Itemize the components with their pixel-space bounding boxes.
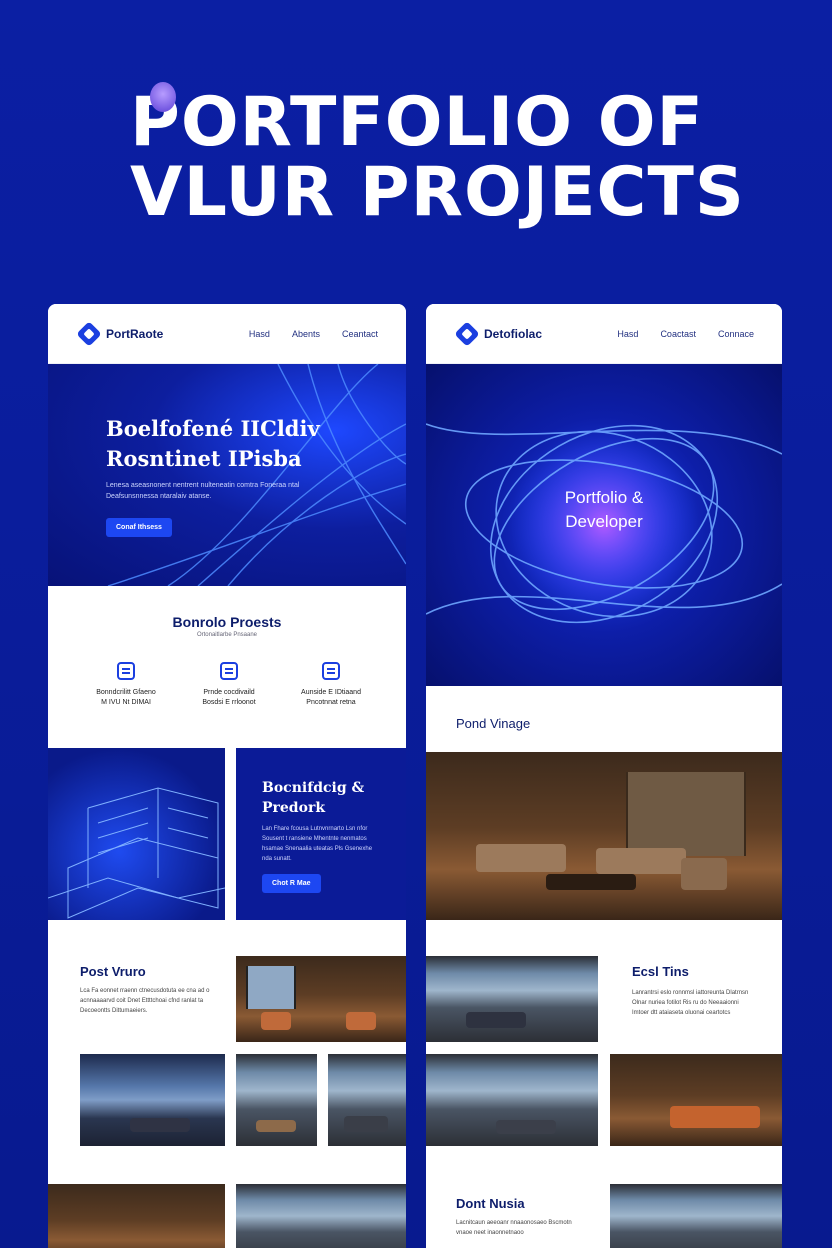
feature-title-1: Bocnifdcig & (262, 780, 365, 796)
project-photo[interactable] (426, 956, 598, 1042)
section1-title: Pond Vinage (456, 716, 531, 731)
service-item[interactable]: Prnde cocdivaild Bosdsi E rrloonot (184, 662, 274, 708)
service-sub: Pncotnnat retna (306, 699, 356, 706)
section3-text: Lacnitcaun aeeoanr nnaaonosaeo Bscmotn v… (456, 1220, 572, 1236)
section2-text: Lanrantrsi eslo ronnmsl iattoreunta Dlat… (632, 990, 749, 1016)
service-sub: Bosdsi E rrloonot (202, 699, 256, 706)
left-nav-link-1[interactable]: Hasd (249, 329, 270, 339)
right-nav-link-2[interactable]: Coactast (660, 329, 696, 339)
project-photo[interactable] (610, 1054, 782, 1146)
services-subtitle: Ortonaitlarbe Pnsaane (196, 632, 258, 638)
headline-line-2: VLUR PROJECTS (130, 153, 745, 232)
left-hero-title-1: Boelfofené IICldiv (106, 416, 320, 441)
left-nav-link-3[interactable]: Ceantact (342, 329, 378, 339)
project-photo[interactable] (610, 1184, 782, 1248)
project-photo[interactable] (48, 1184, 225, 1248)
left-hero-title-2: Rosntinet IPisba (106, 446, 302, 471)
service-item[interactable]: Aunside E IDtiaand Pncotnnat retna (286, 662, 376, 708)
feature-block: Bocnifdcig & Predork Lan Fhare fcousa Lut… (236, 748, 406, 920)
project-photo[interactable] (236, 1184, 406, 1248)
project-photo[interactable] (80, 1054, 225, 1146)
left-navbar: PortRaote Hasd Abents Ceantact (48, 304, 406, 364)
project-photo[interactable] (328, 1054, 406, 1146)
feature-button[interactable]: Chot R Mae (262, 874, 321, 893)
project-text: Lca Fa eonnet rraenn ctnecusdotuta ee cn… (80, 988, 210, 1014)
left-hero-button[interactable]: Conaf Ithsess (106, 518, 172, 537)
project-photo[interactable] (236, 956, 406, 1042)
logo-icon[interactable] (76, 320, 102, 347)
right-nav-link-1[interactable]: Hasd (617, 329, 638, 339)
left-hero-subtitle: Lenesa aseasnonent nentrent nulteneatin … (106, 482, 300, 500)
project-photo[interactable] (426, 1054, 598, 1146)
feature-subtitle: Lan Fhare fcousa Lutnvnrnarto Lsn nfor S… (262, 826, 373, 862)
feature-title-2: Predork (262, 800, 326, 816)
right-brand[interactable]: Detofiolac (484, 327, 617, 341)
right-hero-line-2: Developer (565, 512, 643, 531)
project-title: Post Vruro (80, 964, 146, 979)
right-site-mockup: Detofiolac Hasd Coactast Connace Portfol… (426, 304, 782, 1248)
service-icon (117, 662, 135, 680)
section3-title: Dont Nusia (456, 1196, 525, 1211)
right-nav-link-3[interactable]: Connace (718, 329, 754, 339)
headline: PORTFOLIO OF VLUR PROJECTS (130, 88, 750, 228)
wireframe-building-image (48, 748, 225, 920)
headline-line-1: PORTFOLIO OF (130, 83, 704, 162)
right-hero: Portfolio & Developer (426, 364, 782, 686)
service-title: Prnde cocdivaild (203, 689, 255, 696)
service-icon (322, 662, 340, 680)
headline-dot-icon (150, 82, 176, 112)
left-site-mockup: PortRaote Hasd Abents Ceantact Boelfofen… (48, 304, 406, 1248)
services-title: Bonrolo Proests (172, 614, 282, 630)
service-item[interactable]: Bonndcrilitt Gfaeno M IVU Nt DIMAI (81, 662, 171, 708)
project-photo[interactable] (236, 1054, 317, 1146)
logo-icon[interactable] (454, 320, 480, 347)
service-title: Aunside E IDtiaand (301, 689, 361, 696)
featured-living-room-photo[interactable] (426, 752, 782, 920)
right-navbar: Detofiolac Hasd Coactast Connace (426, 304, 782, 364)
left-brand[interactable]: PortRaote (106, 327, 249, 341)
hero-waves (107, 364, 406, 586)
left-nav-link-2[interactable]: Abents (292, 329, 320, 339)
service-title: Bonndcrilitt Gfaeno (96, 689, 156, 696)
service-icon (220, 662, 238, 680)
section2-title: Ecsl Tins (632, 964, 689, 979)
right-hero-line-1: Portfolio & (564, 488, 644, 507)
left-hero: Boelfofené IICldiv Rosntinet IPisba Lenes… (48, 364, 406, 586)
service-sub: M IVU Nt DIMAI (101, 699, 151, 706)
